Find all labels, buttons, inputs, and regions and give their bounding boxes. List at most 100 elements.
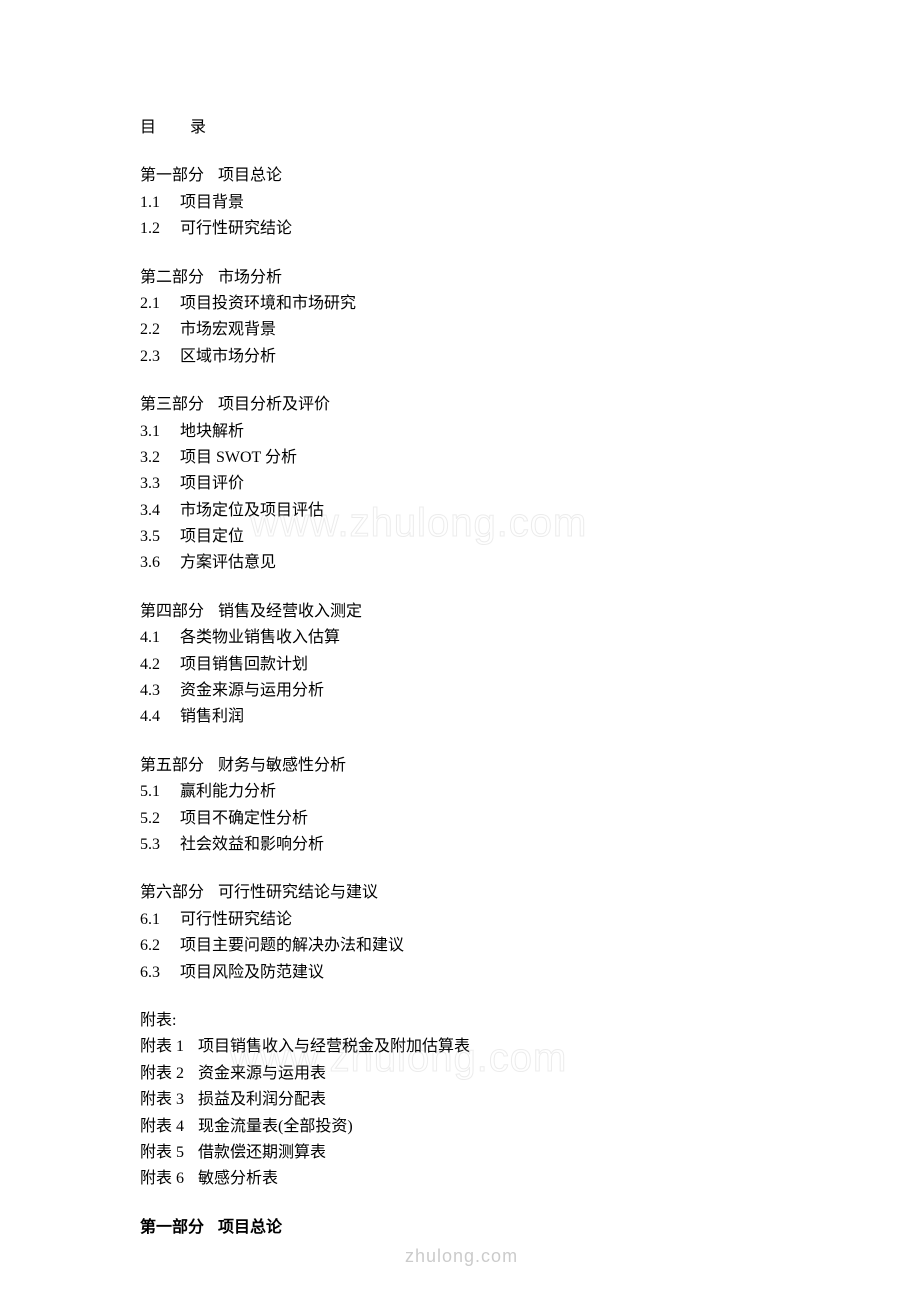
toc-section-prefix: 第四部分	[140, 603, 204, 620]
appendix-item: 附表 1 项目销售收入与经营税金及附加估算表	[140, 1034, 780, 1060]
toc-item-number: 4.2	[140, 652, 170, 678]
chapter-heading-prefix: 第一部分	[140, 1219, 204, 1236]
appendix-section: 附表: 附表 1 项目销售收入与经营税金及附加估算表附表 2资金来源与运用表附表 …	[140, 1008, 780, 1193]
toc-item-number: 6.1	[140, 907, 170, 933]
toc-item: 5.3 社会效益和影响分析	[140, 832, 780, 858]
toc-section: 第四部分销售及经营收入测定4.1各类物业销售收入估算4.2项目销售回款计划4.3…	[140, 599, 780, 731]
toc-section: 第五部分财务与敏感性分析5.1赢利能力分析5.2项目不确定性分析5.3社会效益和…	[140, 753, 780, 859]
appendix-item-number: 附表 2	[140, 1061, 184, 1087]
toc-item-text: 市场宏观背景	[180, 321, 276, 338]
toc-item: 1.1 项目背景	[140, 190, 780, 216]
toc-item: 4.1 各类物业销售收入估算	[140, 625, 780, 651]
toc-title-char-1: 目	[140, 119, 158, 136]
toc-item: 2.2市场宏观背景	[140, 317, 780, 343]
toc-section: 第六部分可行性研究结论与建议6.1可行性研究结论6.2项目主要问题的解决办法和建…	[140, 880, 780, 986]
toc-item-text: 项目风险及防范建议	[180, 964, 324, 981]
toc-item-text: 项目评价	[180, 475, 244, 492]
appendix-item-text: 敏感分析表	[198, 1170, 278, 1187]
appendix-item: 附表 4 现金流量表(全部投资)	[140, 1114, 780, 1140]
toc-item-text: 销售利润	[180, 708, 244, 725]
watermark-text: zhulong.com	[405, 1242, 518, 1272]
toc-section-prefix: 第三部分	[140, 396, 204, 413]
toc-item: 6.3 项目风险及防范建议	[140, 960, 780, 986]
toc-section-title: 项目总论	[218, 167, 282, 184]
toc-section-prefix: 第五部分	[140, 757, 204, 774]
appendix-item-number: 附表 3	[140, 1087, 184, 1113]
toc-section: 第三部分项目分析及评价3.1地块解析3.2项目 SWOT 分析3.3项目评价3.…	[140, 392, 780, 577]
toc-item: 4.3 资金来源与运用分析	[140, 678, 780, 704]
toc-item: 5.2项目不确定性分析	[140, 806, 780, 832]
toc-item-text: 市场定位及项目评估	[180, 502, 324, 519]
toc-item: 3.4 市场定位及项目评估	[140, 498, 780, 524]
toc-item-number: 5.3	[140, 832, 170, 858]
toc-item-number: 3.3	[140, 471, 170, 497]
toc-item-number: 4.4	[140, 704, 170, 730]
toc-section-title: 销售及经营收入测定	[218, 603, 362, 620]
toc-item-text: 地块解析	[180, 423, 244, 440]
toc-item-number: 1.2	[140, 216, 170, 242]
toc-item-number: 2.1	[140, 291, 170, 317]
appendix-item-number: 附表 5	[140, 1140, 184, 1166]
toc-item-number: 5.1	[140, 779, 170, 805]
toc-item-text: 方案评估意见	[180, 554, 276, 571]
toc-section-prefix: 第六部分	[140, 884, 204, 901]
toc-item: 4.4 销售利润	[140, 704, 780, 730]
toc-item-text: 各类物业销售收入估算	[180, 629, 340, 646]
toc-item-text: 区域市场分析	[180, 348, 276, 365]
toc-item-text: 可行性研究结论	[180, 220, 292, 237]
toc-title: 目录	[140, 115, 780, 141]
toc-item-number: 4.1	[140, 625, 170, 651]
toc-item-text: 项目定位	[180, 528, 244, 545]
toc-section-prefix: 第一部分	[140, 167, 204, 184]
toc-item-number: 5.2	[140, 806, 170, 832]
toc-title-char-2: 录	[190, 119, 208, 136]
appendix-item-text: 项目销售收入与经营税金及附加估算表	[198, 1038, 470, 1055]
toc-item: 2.3 区域市场分析	[140, 344, 780, 370]
toc-item: 5.1赢利能力分析	[140, 779, 780, 805]
toc-item: 3.5 项目定位	[140, 524, 780, 550]
toc-section-title: 可行性研究结论与建议	[218, 884, 378, 901]
toc-item-text: 项目背景	[180, 194, 244, 211]
toc-item-number: 6.2	[140, 933, 170, 959]
appendix-item: 附表 2资金来源与运用表	[140, 1061, 780, 1087]
toc-item-number: 6.3	[140, 960, 170, 986]
toc-item-number: 4.3	[140, 678, 170, 704]
toc-section-heading: 第二部分市场分析	[140, 265, 780, 291]
toc-item: 3.2 项目 SWOT 分析	[140, 445, 780, 471]
toc-item-number: 2.3	[140, 344, 170, 370]
chapter-heading: 第一部分项目总论	[140, 1215, 780, 1241]
appendix-item-text: 损益及利润分配表	[198, 1091, 326, 1108]
appendix-title: 附表:	[140, 1008, 780, 1034]
appendix-item-text: 借款偿还期测算表	[198, 1144, 326, 1161]
toc-section-prefix: 第二部分	[140, 269, 204, 286]
toc-item-number: 3.5	[140, 524, 170, 550]
toc-item-text: 项目 SWOT 分析	[180, 449, 297, 466]
toc-item-number: 3.4	[140, 498, 170, 524]
toc-item-text: 项目投资环境和市场研究	[180, 295, 356, 312]
appendix-item-number: 附表 1	[140, 1034, 184, 1060]
appendix-item-text: 现金流量表(全部投资)	[198, 1118, 353, 1135]
chapter-heading-title: 项目总论	[218, 1219, 282, 1236]
appendix-item: 附表 6 敏感分析表	[140, 1166, 780, 1192]
toc-item-text: 项目销售回款计划	[180, 656, 308, 673]
toc-item: 2.1 项目投资环境和市场研究	[140, 291, 780, 317]
toc-section-heading: 第五部分财务与敏感性分析	[140, 753, 780, 779]
toc-section-heading: 第六部分可行性研究结论与建议	[140, 880, 780, 906]
toc-section-title: 财务与敏感性分析	[218, 757, 346, 774]
toc-item-text: 可行性研究结论	[180, 911, 292, 928]
toc-item: 3.3 项目评价	[140, 471, 780, 497]
toc-section-heading: 第三部分项目分析及评价	[140, 392, 780, 418]
toc-item-number: 3.2	[140, 445, 170, 471]
toc-item-number: 3.6	[140, 550, 170, 576]
appendix-item-number: 附表 4	[140, 1114, 184, 1140]
appendix-item-number: 附表 6	[140, 1166, 184, 1192]
toc-section-heading: 第四部分销售及经营收入测定	[140, 599, 780, 625]
appendix-item: 附表 3 损益及利润分配表	[140, 1087, 780, 1113]
toc-item-text: 资金来源与运用分析	[180, 682, 324, 699]
toc-item: 4.2 项目销售回款计划	[140, 652, 780, 678]
toc-item-text: 社会效益和影响分析	[180, 836, 324, 853]
appendix-item: 附表 5 借款偿还期测算表	[140, 1140, 780, 1166]
toc-section-title: 项目分析及评价	[218, 396, 330, 413]
toc-section: 第一部分项目总论 1.1 项目背景 1.2 可行性研究结论	[140, 163, 780, 242]
toc-item-number: 1.1	[140, 190, 170, 216]
